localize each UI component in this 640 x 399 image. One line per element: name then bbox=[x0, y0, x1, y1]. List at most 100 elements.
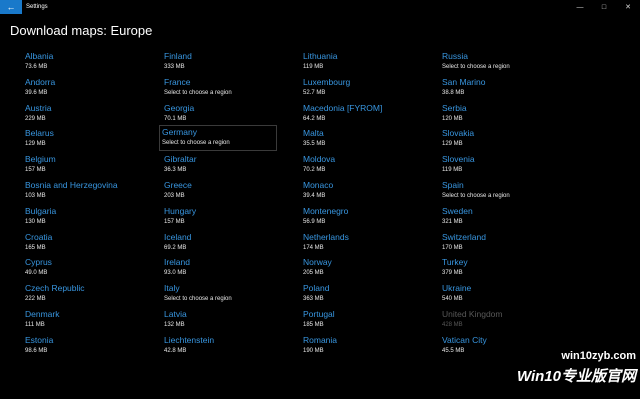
map-item[interactable]: Romania 190 MB bbox=[300, 333, 420, 357]
map-item-size: 56.9 MB bbox=[303, 218, 326, 225]
map-item-name: Iceland bbox=[164, 231, 192, 242]
map-item-size: 157 MB bbox=[25, 167, 46, 174]
minimize-button[interactable]: — bbox=[568, 0, 592, 14]
map-item[interactable]: Andorra 39.6 MB bbox=[22, 75, 142, 99]
map-item-size: 129 MB bbox=[442, 141, 463, 148]
map-item[interactable]: Switzerland 170 MB bbox=[439, 230, 559, 254]
map-item[interactable]: Czech Republic 222 MB bbox=[22, 281, 142, 305]
map-item[interactable]: Belarus 129 MB bbox=[22, 126, 142, 150]
map-item-size: 49.0 MB bbox=[25, 270, 48, 277]
map-item[interactable]: Montenegro 56.9 MB bbox=[300, 204, 420, 228]
map-item-name: Cyprus bbox=[25, 257, 52, 268]
map-item-size: 64.2 MB bbox=[303, 115, 326, 122]
map-item-name: Denmark bbox=[25, 309, 60, 319]
map-item-name: Austria bbox=[25, 102, 52, 113]
map-item[interactable]: Turkey 379 MB bbox=[439, 255, 559, 279]
map-item[interactable]: Cyprus 49.0 MB bbox=[22, 255, 142, 279]
map-item-name: Albania bbox=[25, 51, 54, 61]
map-item-size: 229 MB bbox=[25, 115, 46, 122]
map-item-name: Sweden bbox=[442, 205, 473, 216]
map-item-name: Bosnia and Herzegovina bbox=[25, 180, 118, 190]
map-item[interactable]: Italy Select to choose a region bbox=[161, 281, 281, 305]
map-item[interactable]: Ireland 93.0 MB bbox=[161, 255, 281, 279]
map-item-name: Lithuania bbox=[303, 51, 338, 61]
map-item-size: 52.7 MB bbox=[303, 89, 326, 96]
map-item-name: Bulgaria bbox=[25, 205, 57, 216]
map-item-size: 321 MB bbox=[442, 218, 463, 225]
map-item: United Kingdom 428 MB bbox=[439, 307, 559, 331]
map-item-size: 165 MB bbox=[25, 244, 46, 251]
map-item[interactable]: Malta 35.5 MB bbox=[300, 126, 420, 150]
map-item-size: 132 MB bbox=[164, 322, 185, 328]
map-item[interactable]: Lithuania 119 MB bbox=[300, 49, 420, 73]
map-item-name: Macedonia [FYROM] bbox=[303, 102, 383, 113]
map-item-name: United Kingdom bbox=[442, 309, 503, 319]
map-item[interactable]: Luxembourg 52.7 MB bbox=[300, 75, 420, 99]
map-item[interactable]: Moldova 70.2 MB bbox=[300, 152, 420, 176]
map-item-name: Greece bbox=[164, 180, 192, 190]
map-item[interactable]: Russia Select to choose a region bbox=[439, 49, 559, 73]
map-item-name: Estonia bbox=[25, 334, 54, 345]
map-item[interactable]: Portugal 185 MB bbox=[300, 307, 420, 331]
map-item[interactable]: Bosnia and Herzegovina 103 MB bbox=[22, 178, 142, 202]
map-item[interactable]: Austria 229 MB bbox=[22, 101, 142, 125]
back-arrow-icon: ← bbox=[6, 2, 16, 12]
page-title: Download maps: Europe bbox=[10, 23, 153, 38]
map-item[interactable]: Georgia 70.1 MB bbox=[161, 101, 281, 125]
map-item-name: San Marino bbox=[442, 76, 486, 87]
map-item[interactable]: Finland 333 MB bbox=[161, 49, 281, 73]
map-item[interactable]: Estonia 98.6 MB bbox=[22, 333, 142, 357]
map-item-name: Spain bbox=[442, 180, 464, 190]
map-item[interactable]: Latvia 132 MB bbox=[161, 307, 281, 331]
map-item[interactable]: Spain Select to choose a region bbox=[439, 178, 559, 202]
map-item-size: 39.6 MB bbox=[25, 89, 48, 96]
map-item-name: Czech Republic bbox=[25, 283, 85, 294]
map-item-size: Select to choose a region bbox=[164, 89, 232, 96]
map-item-size: 540 MB bbox=[442, 296, 463, 303]
map-item[interactable]: Bulgaria 130 MB bbox=[22, 204, 142, 228]
map-item-name: Luxembourg bbox=[303, 76, 351, 87]
map-item[interactable]: Germany Select to choose a region bbox=[159, 125, 277, 152]
map-item-name: Hungary bbox=[164, 205, 197, 216]
map-item-name: Switzerland bbox=[442, 231, 486, 242]
map-item-size: 185 MB bbox=[303, 322, 324, 328]
map-item[interactable]: Gibraltar 36.3 MB bbox=[161, 152, 281, 176]
map-item-name: Andorra bbox=[25, 76, 56, 87]
map-item-size: 428 MB bbox=[442, 322, 463, 328]
map-item[interactable]: Slovakia 129 MB bbox=[439, 126, 559, 150]
map-item[interactable]: Ukraine 540 MB bbox=[439, 281, 559, 305]
map-item-size: 129 MB bbox=[25, 141, 46, 148]
map-item-name: Romania bbox=[303, 334, 338, 345]
map-item[interactable]: Netherlands 174 MB bbox=[300, 230, 420, 254]
map-item[interactable]: Sweden 321 MB bbox=[439, 204, 559, 228]
maximize-button[interactable]: □ bbox=[592, 0, 616, 14]
map-item-size: 98.6 MB bbox=[25, 347, 48, 354]
map-item[interactable]: San Marino 38.8 MB bbox=[439, 75, 559, 99]
map-item-size: 69.2 MB bbox=[164, 244, 187, 251]
map-item-size: 73.6 MB bbox=[25, 64, 48, 70]
map-item[interactable]: France Select to choose a region bbox=[161, 75, 281, 99]
map-item-size: 103 MB bbox=[25, 193, 46, 199]
map-item[interactable]: Macedonia [FYROM] 64.2 MB bbox=[300, 101, 420, 125]
map-item[interactable]: Iceland 69.2 MB bbox=[161, 230, 281, 254]
map-item[interactable]: Slovenia 119 MB bbox=[439, 152, 559, 176]
map-item[interactable]: Denmark 111 MB bbox=[22, 307, 142, 331]
map-item[interactable]: Greece 203 MB bbox=[161, 178, 281, 202]
map-item[interactable]: Norway 205 MB bbox=[300, 255, 420, 279]
map-item[interactable]: Belgium 157 MB bbox=[22, 152, 142, 176]
map-item-name: Gibraltar bbox=[164, 154, 197, 165]
map-item[interactable]: Serbia 120 MB bbox=[439, 101, 559, 125]
back-button[interactable]: ← bbox=[0, 0, 22, 14]
map-item[interactable]: Croatia 165 MB bbox=[22, 230, 142, 254]
close-button[interactable]: ✕ bbox=[616, 0, 640, 14]
map-item[interactable]: Monaco 39.4 MB bbox=[300, 178, 420, 202]
map-item[interactable]: Liechtenstein 42.8 MB bbox=[161, 333, 281, 357]
map-item-size: 119 MB bbox=[442, 167, 463, 174]
map-item[interactable]: Poland 363 MB bbox=[300, 281, 420, 305]
map-item-name: Serbia bbox=[442, 102, 467, 113]
map-item-name: Belgium bbox=[25, 154, 56, 165]
map-item[interactable]: Hungary 157 MB bbox=[161, 204, 281, 228]
map-item-name: Poland bbox=[303, 283, 330, 294]
map-item-name: Ukraine bbox=[442, 283, 472, 294]
map-item[interactable]: Albania 73.6 MB bbox=[22, 49, 142, 73]
